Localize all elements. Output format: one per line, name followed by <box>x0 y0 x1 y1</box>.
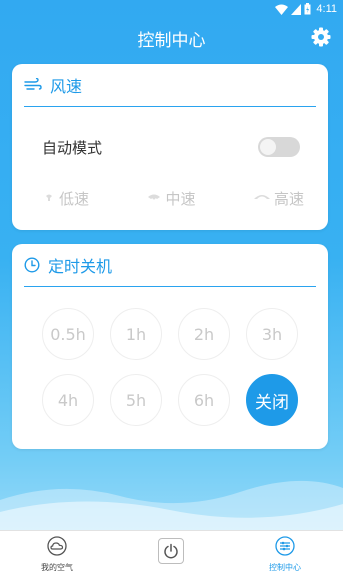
speed-high-button[interactable]: 高速 <box>253 188 304 209</box>
wind-icon <box>24 78 42 90</box>
wind-card-header: 风速 <box>24 64 316 107</box>
clock-icon <box>24 257 40 273</box>
speed-medium-label: 中速 <box>165 189 196 208</box>
status-bar: 4:11 <box>0 0 343 18</box>
wind-card-title: 风速 <box>50 77 83 96</box>
fan-low-icon <box>46 194 52 201</box>
settings-button[interactable] <box>311 27 331 47</box>
timer-5h-button[interactable]: 5h <box>110 374 162 426</box>
speed-medium-button[interactable]: 中速 <box>146 188 196 209</box>
speed-low-button[interactable]: 低速 <box>42 188 89 209</box>
timer-1h-button[interactable]: 1h <box>110 308 162 360</box>
wave-decoration <box>0 480 343 530</box>
timer-card-title: 定时关机 <box>48 257 113 276</box>
speed-options: 低速 中速 高速 <box>42 186 304 210</box>
toggle-knob <box>260 139 276 155</box>
speed-high-label: 高速 <box>273 189 304 208</box>
nav-my-air[interactable]: 我的空气 <box>17 531 97 573</box>
nav-control-center[interactable]: 控制中心 <box>245 531 325 573</box>
timer-0-5h-button[interactable]: 0.5h <box>42 308 94 360</box>
app-header: 控制中心 <box>0 18 343 56</box>
speed-low-label: 低速 <box>59 189 90 208</box>
nav-power[interactable] <box>131 531 211 573</box>
cloud-icon <box>47 536 67 556</box>
page-title: 控制中心 <box>137 31 206 51</box>
timer-3h-button[interactable]: 3h <box>246 308 298 360</box>
timer-card-header: 定时关机 <box>24 244 316 287</box>
timer-4h-button[interactable]: 4h <box>42 374 94 426</box>
power-icon <box>164 543 178 559</box>
timer-2h-button[interactable]: 2h <box>178 308 230 360</box>
gear-icon <box>311 27 331 47</box>
wind-speed-card: 风速 自动模式 低速 中速 高速 <box>12 64 328 230</box>
timer-off-button[interactable]: 关闭 <box>246 374 298 426</box>
auto-mode-label: 自动模式 <box>42 138 103 157</box>
wifi-icon <box>275 4 289 15</box>
fan-high-icon <box>253 195 270 199</box>
timer-6h-button[interactable]: 6h <box>178 374 230 426</box>
battery-icon <box>304 3 311 15</box>
sliders-icon <box>275 536 295 556</box>
fan-medium-icon <box>148 194 161 200</box>
nav-control-center-label: 控制中心 <box>269 563 301 572</box>
nav-my-air-label: 我的空气 <box>41 563 73 572</box>
status-time: 4:11 <box>316 3 337 15</box>
signal-icon <box>291 3 302 15</box>
auto-mode-row: 自动模式 <box>42 134 300 160</box>
auto-mode-toggle[interactable] <box>258 137 300 157</box>
bottom-navigation: 我的空气 控制中心 <box>0 530 343 573</box>
timer-shutdown-card: 定时关机 0.5h 1h 2h 3h 4h 5h 6h 关闭 <box>12 244 328 449</box>
